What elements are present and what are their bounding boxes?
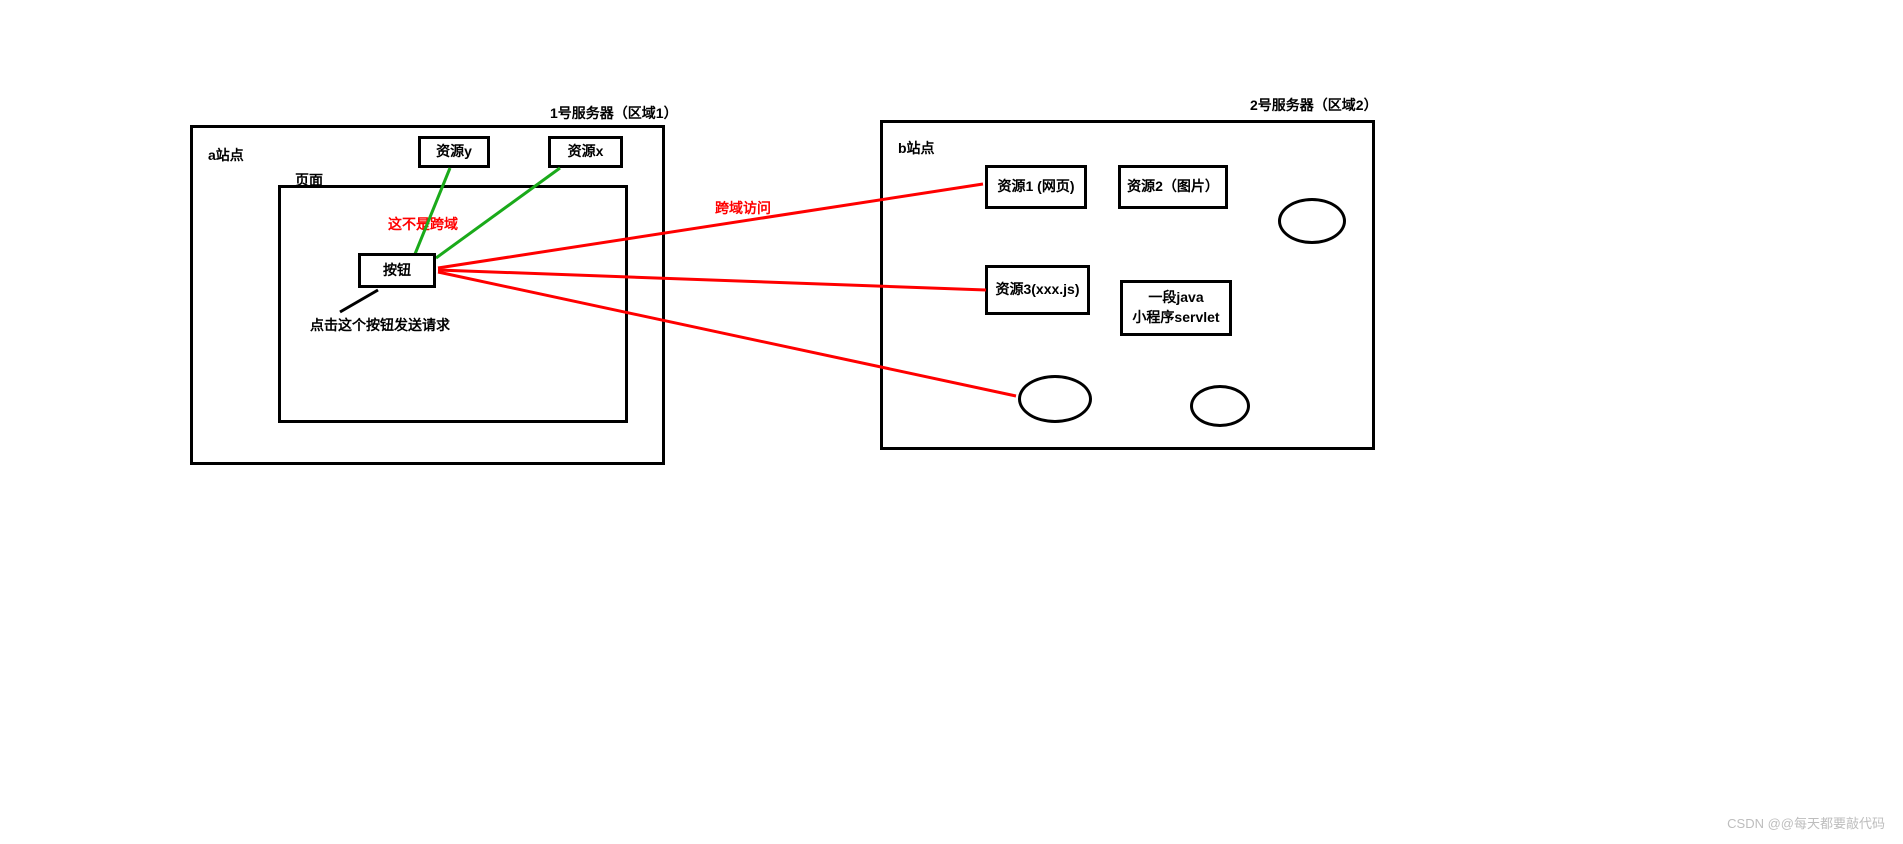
- ellipse-2: [1018, 375, 1092, 423]
- not-cross-origin-label: 这不是跨域: [388, 214, 458, 234]
- resource-y-label: 资源y: [436, 142, 472, 162]
- server2-title: 2号服务器（区域2）: [1250, 95, 1378, 115]
- watermark: CSDN @@每天都要敲代码: [1727, 813, 1885, 832]
- cross-origin-label: 跨域访问: [715, 198, 771, 218]
- resource2-box: 资源2（图片）: [1118, 165, 1228, 209]
- resource-x-box: 资源x: [548, 136, 623, 168]
- server1-title: 1号服务器（区域1）: [550, 103, 678, 123]
- resource2-label: 资源2（图片）: [1127, 177, 1219, 197]
- ellipse-1: [1278, 198, 1346, 244]
- site-b-label: b站点: [898, 138, 935, 158]
- resource3-box: 资源3(xxx.js): [985, 265, 1090, 315]
- resource3-label: 资源3(xxx.js): [995, 280, 1079, 300]
- click-hint-label: 点击这个按钮发送请求: [310, 315, 450, 335]
- button-box[interactable]: 按钮: [358, 253, 436, 288]
- page-label: 页面: [295, 170, 323, 190]
- resource1-box: 资源1 (网页): [985, 165, 1087, 209]
- site-a-label: a站点: [208, 145, 244, 165]
- java-servlet-box: 一段java 小程序servlet: [1120, 280, 1232, 336]
- button-label: 按钮: [383, 261, 411, 281]
- resource-x-label: 资源x: [568, 142, 604, 162]
- ellipse-3: [1190, 385, 1250, 427]
- java-servlet-label: 一段java 小程序servlet: [1132, 288, 1219, 327]
- resource-y-box: 资源y: [418, 136, 490, 168]
- resource1-label: 资源1 (网页): [998, 177, 1075, 197]
